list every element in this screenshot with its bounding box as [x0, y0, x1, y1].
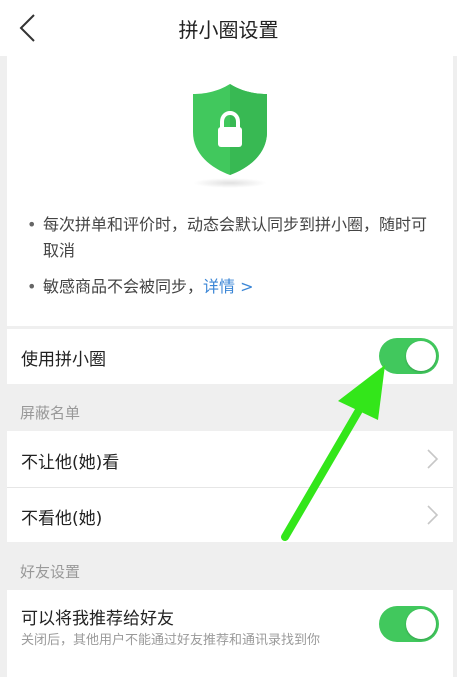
- chevron-right-icon: [427, 449, 439, 469]
- recommend-to-friends-label: 可以将我推荐给好友: [21, 609, 174, 629]
- toggle-knob: [406, 341, 436, 371]
- info-bullet-sensitive: • 敏感商品不会被同步，详情 >: [27, 277, 254, 296]
- header-bar: 拼小圈设置: [0, 0, 457, 56]
- use-pinxiaoquan-row: 使用拼小圈: [7, 329, 453, 384]
- shield-shadow: [193, 178, 267, 188]
- recommend-to-friends-description: 关闭后，其他用户不能通过好友推荐和通讯录找到你: [21, 633, 321, 648]
- info-bullet-sync-text: 每次拼单和评价时，动态会默认同步到拼小圈，随时可取消: [43, 215, 428, 260]
- toggle-knob: [406, 609, 436, 639]
- details-link[interactable]: 详情 >: [203, 277, 254, 296]
- shield-lock-icon: [193, 84, 267, 175]
- block-list-section-title: 屏蔽名单: [20, 404, 81, 422]
- block-item-label: 不让他(她)看: [21, 453, 120, 473]
- page-title: 拼小圈设置: [178, 18, 279, 42]
- friend-settings-section-title: 好友设置: [20, 563, 81, 581]
- use-pinxiaoquan-label: 使用拼小圈: [21, 350, 106, 370]
- chevron-right-icon: [427, 505, 439, 525]
- block-item-label: 不看他(她): [21, 509, 103, 529]
- info-bullet-sync: • 每次拼单和评价时，动态会默认同步到拼小圈，随时可取消: [27, 212, 427, 264]
- info-card: • 每次拼单和评价时，动态会默认同步到拼小圈，随时可取消 • 敏感商品不会被同步…: [7, 56, 453, 326]
- recommend-to-friends-row: 可以将我推荐给好友 关闭后，其他用户不能通过好友推荐和通讯录找到你: [7, 590, 453, 677]
- use-pinxiaoquan-toggle[interactable]: [379, 338, 439, 374]
- list-item[interactable]: 不看他(她): [7, 488, 453, 542]
- recommend-to-friends-toggle[interactable]: [379, 606, 439, 642]
- info-bullet-sensitive-text: 敏感商品不会被同步，: [43, 277, 204, 296]
- list-item[interactable]: 不让他(她)看: [7, 431, 453, 487]
